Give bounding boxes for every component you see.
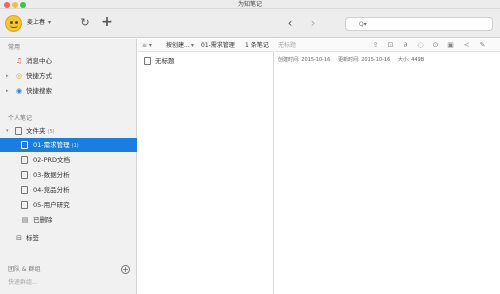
sidebar-item-shortcuts[interactable]: ▸ ◎ 快捷方式 <box>0 69 137 83</box>
history-icon[interactable]: ⊙ <box>431 41 440 50</box>
chevron-down-icon: ▾ <box>191 42 195 49</box>
folder-icon <box>21 141 28 149</box>
trash-icon: ▤ <box>21 216 29 224</box>
new-note-button[interactable]: + <box>100 15 114 29</box>
share-network-icon[interactable]: ≺ <box>462 41 471 50</box>
search-input[interactable] <box>359 19 489 29</box>
sidebar-item-deleted[interactable]: ▤ 已删除 <box>0 213 137 227</box>
plus-icon: + <box>122 265 129 274</box>
chevron-left-icon: ‹ <box>287 16 293 30</box>
bell-icon: ♫ <box>15 57 23 65</box>
section-common-heading: 常用 <box>8 44 21 51</box>
title-bar: 为知笔记 <box>0 0 500 9</box>
avatar[interactable] <box>5 15 22 32</box>
sidebar-item-label: 05-用户研究 <box>33 201 70 209</box>
note-title-field[interactable]: 无标题 <box>278 39 296 52</box>
note-count-label: 1 条笔记 <box>245 42 269 49</box>
sidebar-item-requirements[interactable]: 01-需求管理 (1) <box>0 138 137 152</box>
folder-icon <box>15 127 22 135</box>
avatar-eye-icon <box>15 21 18 24</box>
attachment-icon[interactable]: ∂ <box>401 41 410 50</box>
add-group-button[interactable]: + <box>121 265 130 274</box>
note-title: 无标题 <box>155 57 175 65</box>
folder-icon <box>21 171 28 179</box>
sidebar-item-label: 01-需求管理 <box>33 141 70 149</box>
editor-toolbar: 无标题 ⇪ ⊡ ∂ ◌ ⊙ ▣ ≺ ✎ <box>275 39 500 52</box>
folder-icon <box>21 201 28 209</box>
item-count: (5) <box>47 129 55 135</box>
sidebar-item-messages[interactable]: ♫ 消息中心 <box>0 54 137 68</box>
window-title: 为知笔记 <box>237 1 262 8</box>
sidebar-item-user-research[interactable]: 05-用户研究 <box>0 198 137 212</box>
sidebar-item-label: 快捷搜索 <box>26 87 52 95</box>
chevron-right-icon: › <box>310 16 316 30</box>
list-view-icon[interactable]: ≡ ▾ <box>142 39 152 52</box>
shortcut-icon: ◎ <box>15 72 23 80</box>
note-size: 大小: 449B <box>397 57 425 63</box>
info-icon[interactable]: ◌ <box>416 41 425 50</box>
sidebar-item-quick-search[interactable]: ▸ ◉ 快捷搜索 <box>0 84 137 98</box>
chevron-down-icon: ▾ <box>6 128 9 134</box>
sidebar-item-folder[interactable]: ▾ 文件夹 (5) <box>0 124 137 138</box>
editor-panel: 无标题 ⇪ ⊡ ∂ ◌ ⊙ ▣ ≺ ✎ 创建时间: 2015-10-16 更新时… <box>275 39 500 294</box>
plus-icon: + <box>101 14 113 30</box>
main-toolbar: 麦上春 ▾ ↻ + ‹ › <box>0 9 500 38</box>
lock-icon[interactable]: ▣ <box>446 41 455 50</box>
username-label[interactable]: 麦上春 <box>27 18 45 28</box>
sidebar-item-label: 02-PRD文档 <box>33 156 71 164</box>
tag-icon: ⊟ <box>16 234 22 242</box>
refresh-icon: ↻ <box>80 16 90 29</box>
chevron-down-icon[interactable]: ▾ <box>48 18 51 28</box>
sidebar-item-label: 消息中心 <box>26 57 52 65</box>
search-icon: ◉ <box>15 87 23 95</box>
sidebar-item-tags[interactable]: ⊟ 标签 <box>0 231 137 245</box>
section-team-heading: 团队 & 群组 <box>8 266 41 273</box>
sidebar-item-competitor-analysis[interactable]: 04-竞品分析 <box>0 183 137 197</box>
sidebar-item-label: 文件夹 <box>26 127 46 135</box>
updated-time: 更新时间: 2015-10-16 <box>337 57 391 63</box>
folder-icon <box>21 156 28 164</box>
sidebar-item-prd[interactable]: 02-PRD文档 <box>0 153 137 167</box>
chevron-right-icon: ▸ <box>6 73 9 79</box>
bookmark-icon[interactable]: ⊡ <box>386 41 395 50</box>
sort-dropdown[interactable]: 按创建... <box>166 39 190 52</box>
chevron-right-icon: ▸ <box>6 88 9 94</box>
forward-button[interactable]: › <box>307 16 319 30</box>
section-personal-heading: 个人笔记 <box>8 115 33 122</box>
sidebar-item-label: 已删除 <box>33 216 53 224</box>
note-icon <box>144 57 151 65</box>
sidebar-item-label: 快捷方式 <box>26 72 52 80</box>
search-box[interactable] <box>345 17 493 31</box>
note-meta: 创建时间: 2015-10-16 更新时间: 2015-10-16 大小: 44… <box>278 56 430 64</box>
list-item[interactable]: 无标题 <box>138 53 274 69</box>
current-folder-label: 01-需求管理 <box>201 42 235 49</box>
folder-icon <box>21 186 28 194</box>
share-icon[interactable]: ⇪ <box>371 41 380 50</box>
team-hint[interactable]: 快速群组... <box>8 278 38 287</box>
created-time: 创建时间: 2015-10-16 <box>278 57 331 63</box>
note-list-toolbar: ≡ ▾ 按创建... ▾ 01-需求管理 1 条笔记 <box>138 39 274 52</box>
avatar-mouth-icon <box>10 25 18 28</box>
sidebar-item-label: 04-竞品分析 <box>33 186 70 194</box>
item-count: (1) <box>71 143 79 149</box>
edit-icon[interactable]: ✎ <box>478 41 487 50</box>
sidebar-item-label: 标签 <box>26 234 39 242</box>
sync-button[interactable]: ↻ <box>78 16 92 30</box>
note-list-panel: ≡ ▾ 按创建... ▾ 01-需求管理 1 条笔记 无标题 <box>138 39 274 294</box>
sidebar: 常用 ♫ 消息中心 ▸ ◎ 快捷方式 ▸ ◉ 快捷搜索 个人笔记 ▾ 文件夹 (5… <box>0 39 137 294</box>
avatar-eye-icon <box>10 21 13 24</box>
sidebar-item-label: 03-数据分析 <box>33 171 70 179</box>
back-button[interactable]: ‹ <box>284 16 296 30</box>
sidebar-item-data-analysis[interactable]: 03-数据分析 <box>0 168 137 182</box>
